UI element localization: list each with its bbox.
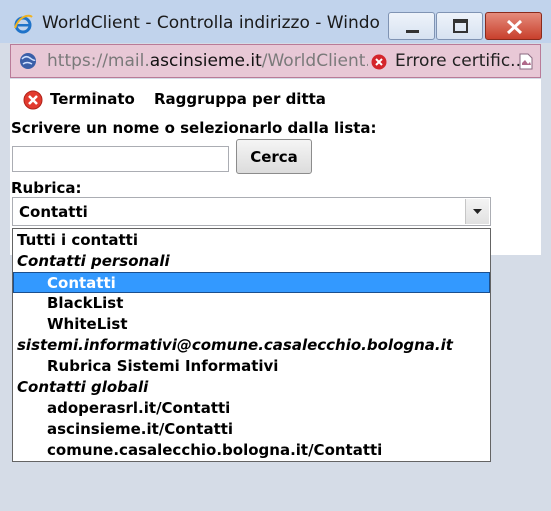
instruction-label: Scrivere un nome o selezionarlo dalla li… — [11, 119, 377, 137]
minimize-icon — [406, 30, 419, 33]
page-icon[interactable] — [519, 53, 533, 70]
list-item[interactable]: WhiteList — [13, 314, 490, 335]
url-text[interactable]: https://mail.ascinsieme.it/WorldClient.d… — [47, 51, 368, 71]
globe-icon — [20, 53, 36, 69]
done-icon[interactable] — [23, 90, 43, 110]
list-group-header: sistemi.informativi@comune.casalecchio.b… — [17, 336, 453, 354]
search-button[interactable]: Cerca — [236, 139, 312, 174]
group-by-company-button[interactable]: Raggruppa per ditta — [154, 90, 326, 108]
addressbook-select[interactable]: Contatti — [12, 197, 491, 226]
list-item[interactable]: BlackList — [13, 293, 490, 314]
cert-error-label[interactable]: Errore certific... — [395, 51, 526, 71]
list-item[interactable]: Rubrica Sistemi Informativi — [13, 356, 490, 377]
url-prefix: https://mail. — [47, 51, 150, 71]
name-input[interactable] — [12, 146, 229, 172]
addressbook-dropdown-list[interactable]: Tutti i contatti Contatti personali Cont… — [12, 228, 491, 462]
address-bar[interactable]: https://mail.ascinsieme.it/WorldClient.d… — [10, 44, 541, 78]
list-item[interactable]: Tutti i contatti — [13, 230, 490, 251]
addressbook-label: Rubrica: — [11, 179, 82, 197]
minimize-button[interactable] — [388, 12, 435, 40]
maximize-button[interactable] — [436, 12, 483, 40]
window-title: WorldClient - Controlla indirizzo - Wind… — [42, 13, 380, 33]
url-suffix: /WorldClient.dl — [261, 51, 368, 71]
url-host: ascinsieme.it — [149, 51, 262, 71]
list-group-header: Contatti personali — [17, 252, 170, 270]
list-item-selected[interactable]: Contatti — [13, 272, 490, 293]
cert-error-icon[interactable] — [371, 54, 387, 70]
maximize-icon — [453, 19, 468, 33]
window-titlebar[interactable]: WorldClient - Controlla indirizzo - Wind… — [0, 0, 551, 43]
ie-icon — [14, 14, 33, 34]
dropdown-arrow[interactable] — [465, 199, 489, 224]
close-window-button[interactable] — [485, 12, 542, 40]
list-item[interactable]: adoperasrl.it/Contatti — [13, 398, 490, 419]
addressbook-selected-value: Contatti — [19, 203, 88, 221]
done-button[interactable]: Terminato — [50, 90, 135, 108]
list-item[interactable]: ascinsieme.it/Contatti — [13, 419, 490, 440]
close-icon — [506, 19, 523, 35]
content-area: Terminato Raggruppa per ditta Scrivere u… — [10, 79, 541, 511]
list-item[interactable]: comune.casalecchio.bologna.it/Contatti — [13, 440, 490, 461]
chevron-down-icon — [473, 209, 482, 214]
list-group-header: Contatti globali — [17, 378, 149, 396]
